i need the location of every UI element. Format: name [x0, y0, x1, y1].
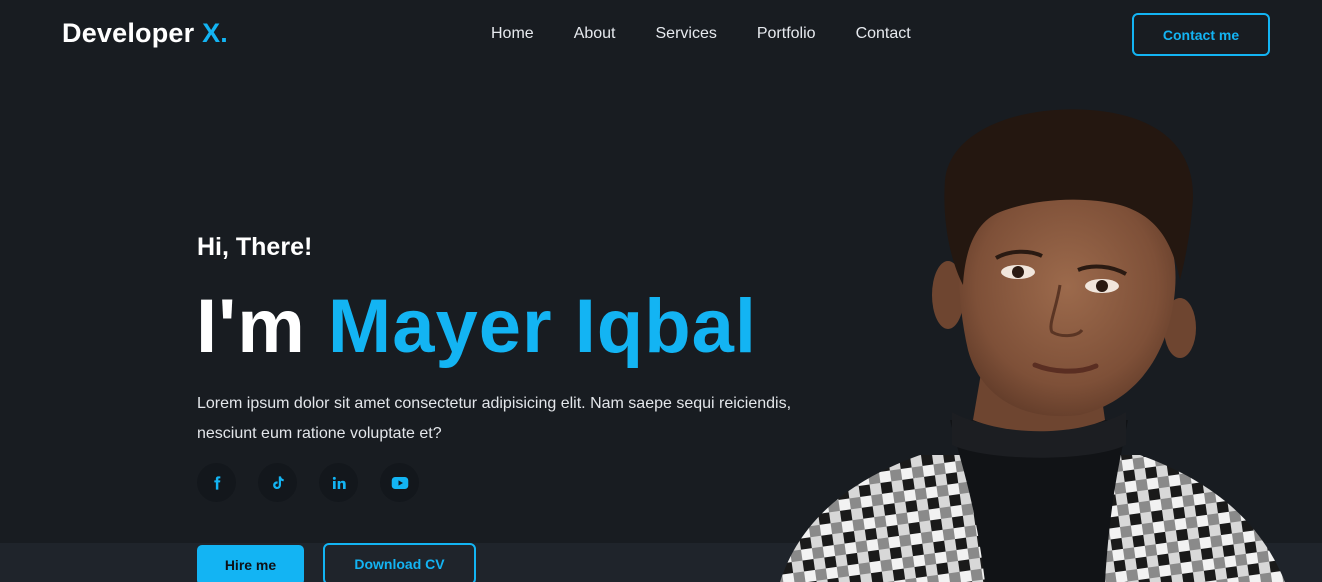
youtube-link[interactable] — [380, 463, 419, 502]
hero-greeting: Hi, There! — [197, 233, 313, 261]
hero-description: Lorem ipsum dolor sit amet consectetur a… — [197, 395, 792, 442]
linkedin-icon — [332, 476, 346, 489]
nav-portfolio[interactable]: Portfolio — [757, 25, 816, 43]
page: Developer X. Home About Services Portfol… — [0, 0, 1322, 582]
logo[interactable]: Developer X. — [62, 18, 228, 49]
logo-text: Developer — [62, 18, 195, 48]
hire-me-button[interactable]: Hire me — [197, 545, 304, 582]
hero-title-prefix: I'm — [196, 284, 306, 369]
hero-title-name: Mayer Iqbal — [327, 284, 758, 369]
tiktok-link[interactable] — [258, 463, 297, 502]
youtube-icon — [391, 476, 408, 489]
contact-me-button[interactable]: Contact me — [1132, 13, 1270, 56]
tiktok-icon — [272, 475, 284, 489]
nav-services[interactable]: Services — [656, 25, 717, 43]
linkedin-link[interactable] — [319, 463, 358, 502]
facebook-link[interactable] — [197, 463, 236, 502]
hero-title: I'm Mayer Iqbal — [196, 283, 757, 370]
social-links — [197, 463, 419, 502]
main-nav: Home About Services Portfolio Contact — [491, 25, 911, 43]
logo-accent: X. — [202, 18, 228, 48]
nav-home[interactable]: Home — [491, 25, 534, 43]
nav-about[interactable]: About — [574, 25, 616, 43]
facebook-icon — [213, 475, 220, 490]
nav-contact[interactable]: Contact — [856, 25, 911, 43]
download-cv-button[interactable]: Download CV — [323, 543, 476, 582]
portrait-image — [780, 109, 1285, 582]
